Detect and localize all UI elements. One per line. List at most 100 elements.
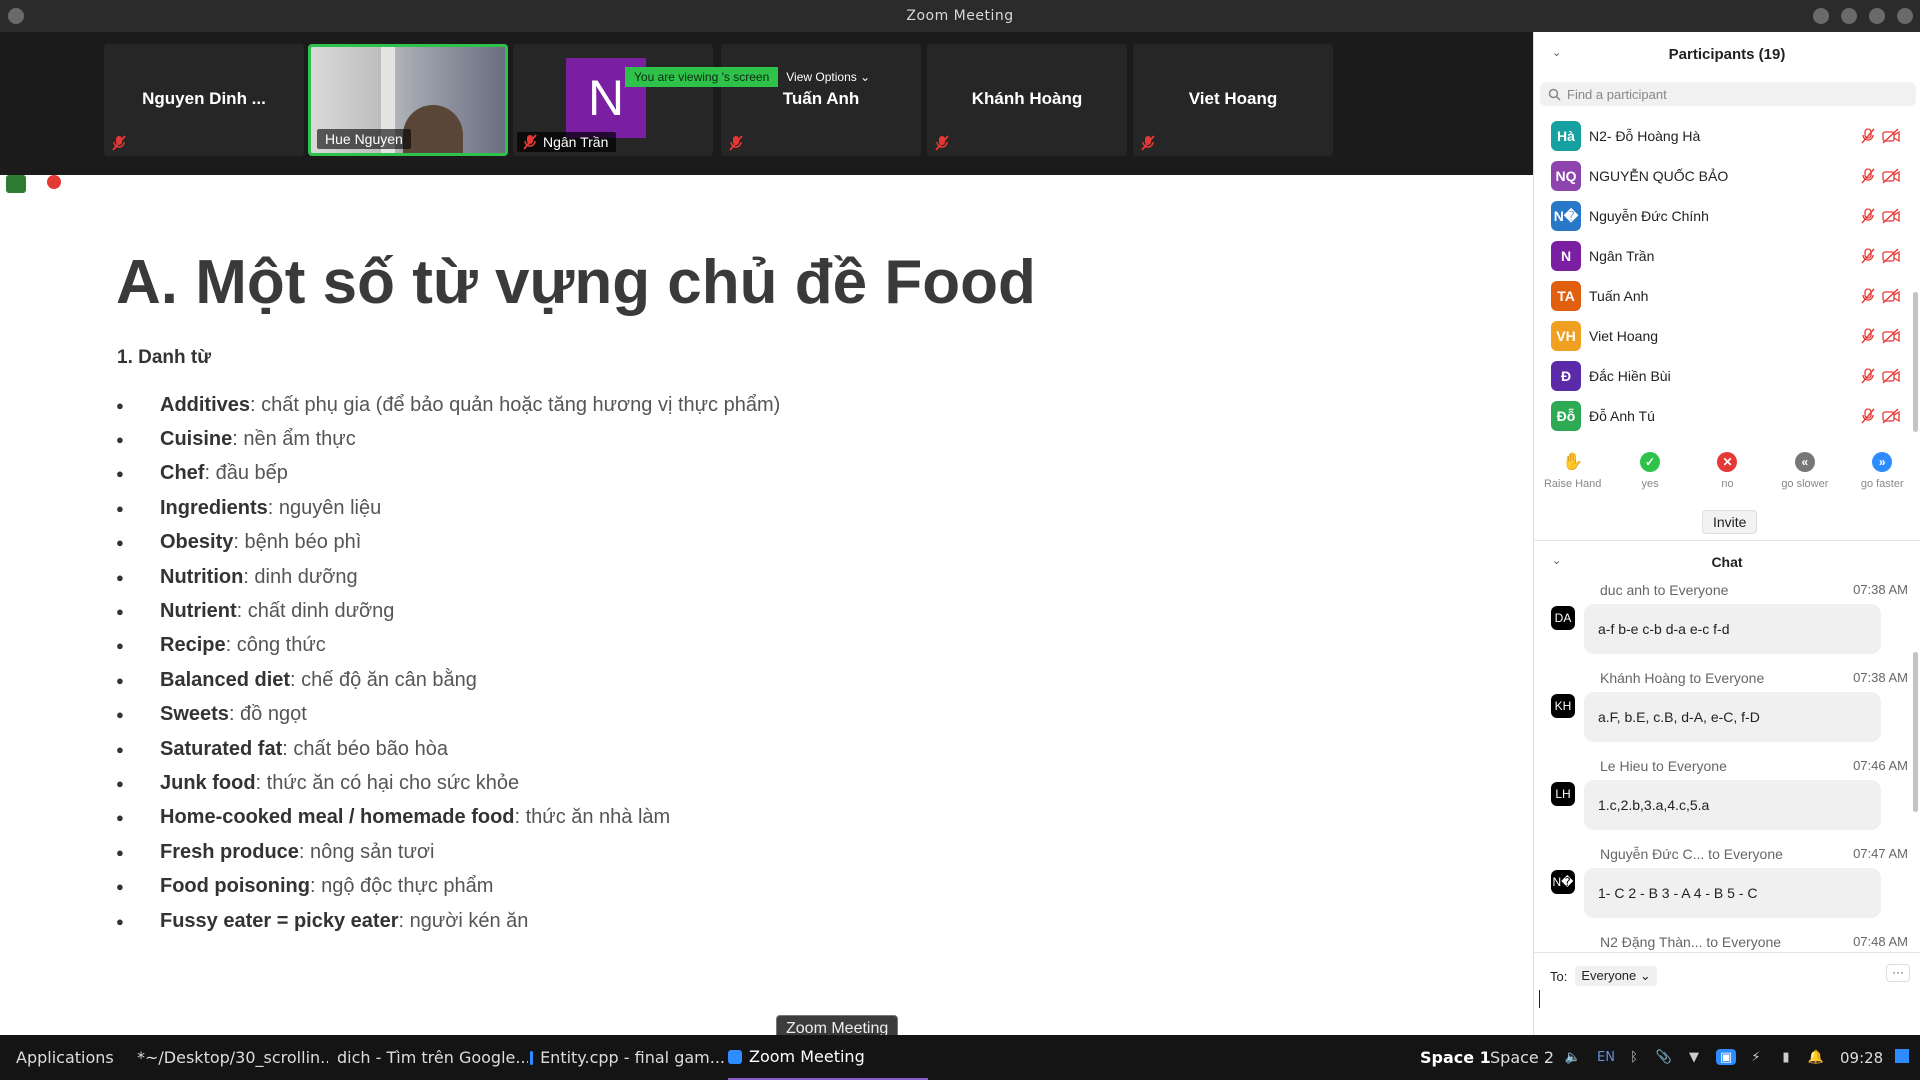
recipient-select[interactable]: Everyone ⌄	[1575, 966, 1657, 986]
to-label: To:	[1550, 968, 1568, 984]
slide-section-heading: 1. Danh từ	[117, 347, 211, 368]
message-bubble: a.F, b.E, c.B, d-A, e-C, f-D	[1584, 692, 1881, 742]
workspace-1[interactable]: Space 1	[1420, 1035, 1491, 1080]
reaction-go-slower-button[interactable]: « go slower	[1769, 452, 1841, 490]
participant-name: Đắc Hiền Bùi	[1589, 368, 1671, 384]
participant-search-input[interactable]: Find a participant	[1540, 82, 1916, 106]
reaction-raise-hand-button[interactable]: ✋ Raise Hand	[1537, 452, 1609, 490]
chat-more-button[interactable]: ···	[1886, 964, 1910, 982]
participant-row[interactable]: NQ NGUYỄN QUỐC BẢO	[1534, 156, 1912, 196]
vocab-meaning: : người kén ăn	[398, 909, 529, 932]
viewing-banner: You are viewing 's screen	[625, 67, 779, 87]
taskbar-window-button[interactable]: dich - Tìm trên Google...	[330, 1035, 528, 1080]
muted-mic-icon[interactable]	[1860, 208, 1876, 224]
video-off-icon[interactable]	[1882, 328, 1900, 344]
active-speaker-tile[interactable]: Hue Nguyen	[308, 44, 508, 156]
language-indicator[interactable]: EN	[1596, 1049, 1616, 1065]
message-bubble: a-f b-e c-b d-a e-c f-d	[1584, 604, 1881, 654]
workspace-2[interactable]: Space 2	[1490, 1035, 1554, 1080]
show-desktop-icon[interactable]	[1895, 1049, 1909, 1063]
zoom-tray-icon[interactable]: ▣	[1716, 1049, 1736, 1065]
vocab-item: ● Cuisine: nền ẩm thực	[116, 428, 356, 451]
vocab-term: Nutrition	[160, 565, 244, 588]
fullscreen-button[interactable]	[1869, 8, 1885, 24]
muted-mic-icon[interactable]	[1860, 368, 1876, 384]
wifi-icon[interactable]: ▼	[1686, 1049, 1702, 1065]
taskbar-window-button[interactable]: Zoom Meeting	[728, 1035, 928, 1080]
video-off-icon[interactable]	[1882, 288, 1900, 304]
recording-icon	[47, 175, 61, 189]
vocab-term: Recipe	[160, 634, 226, 657]
taskbar-window-button[interactable]: *~/Desktop/30_scrollin...	[130, 1035, 328, 1080]
video-tile[interactable]: Viet Hoang	[1133, 44, 1333, 156]
vocab-term: Home-cooked meal / homemade food	[160, 806, 515, 829]
attachment-icon[interactable]: 📎	[1656, 1049, 1672, 1065]
video-tile[interactable]: Tuấn Anh	[721, 44, 921, 156]
minimize-button[interactable]	[1813, 8, 1829, 24]
participant-row[interactable]: Đỗ Đỗ Anh Tú	[1534, 396, 1912, 436]
chat-input[interactable]	[1539, 990, 1540, 1008]
muted-mic-icon[interactable]	[1860, 408, 1876, 424]
slide-title: A. Một số từ vựng chủ đề Food	[116, 248, 1036, 317]
video-tile[interactable]: Khánh Hoàng	[927, 44, 1127, 156]
vocab-meaning: : thức ăn có hại cho sức khỏe	[255, 771, 520, 794]
vocab-meaning: : nguyên liệu	[267, 496, 382, 519]
vocab-term: Food poisoning	[160, 875, 310, 898]
taskbar: Applications *~/Desktop/30_scrollin... di…	[0, 1035, 1920, 1080]
view-options-button[interactable]: View Options ⌄	[786, 70, 870, 84]
bluetooth-icon[interactable]: ᛒ	[1626, 1049, 1642, 1065]
muted-mic-icon[interactable]	[1860, 168, 1876, 184]
reaction-go-faster-button[interactable]: » go faster	[1846, 452, 1918, 490]
maximize-button[interactable]	[1841, 8, 1857, 24]
reaction-yes-button[interactable]: ✓ yes	[1614, 452, 1686, 490]
battery-icon[interactable]: ▮	[1778, 1049, 1794, 1065]
volume-icon[interactable]: 🔈	[1565, 1049, 1581, 1065]
video-off-icon[interactable]	[1882, 128, 1900, 144]
notification-icon[interactable]: 🔔	[1808, 1049, 1824, 1065]
participant-row[interactable]: VH Viet Hoang	[1534, 316, 1912, 356]
muted-mic-icon[interactable]	[1860, 328, 1876, 344]
message-sender: Le Hieu to Everyone	[1600, 758, 1727, 774]
participant-row[interactable]: Hà N2- Đỗ Hoàng Hà	[1534, 116, 1912, 156]
vocab-item: ● Nutrient: chất dinh dưỡng	[116, 600, 395, 623]
chat-recipient-row: To: Everyone ⌄	[1550, 966, 1657, 986]
participant-row[interactable]: N� Nguyễn Đức Chính	[1534, 196, 1912, 236]
vocab-item: ● Fresh produce: nông sản tươi	[116, 840, 435, 863]
participant-row[interactable]: TA Tuấn Anh	[1534, 276, 1912, 316]
window-title: Zoom Meeting	[906, 8, 1014, 24]
muted-mic-icon[interactable]	[1860, 288, 1876, 304]
close-button[interactable]	[1897, 8, 1913, 24]
participant-avatar: Hà	[1551, 121, 1581, 151]
chat-scrollbar[interactable]	[1913, 652, 1918, 812]
video-off-icon[interactable]	[1882, 368, 1900, 384]
video-tile[interactable]: Nguyen Dinh ...	[104, 44, 304, 156]
window-menu-button[interactable]	[8, 8, 24, 24]
video-off-icon[interactable]	[1882, 408, 1900, 424]
taskbar-window-label: dich - Tìm trên Google...	[337, 1048, 528, 1067]
video-off-icon[interactable]	[1882, 248, 1900, 264]
video-off-icon[interactable]	[1882, 168, 1900, 184]
muted-mic-icon	[523, 134, 537, 150]
vocab-meaning: : bệnh béo phì	[233, 531, 362, 554]
reaction-no-button[interactable]: ✕ no	[1691, 452, 1763, 490]
video-tile[interactable]: N Ngân Trần	[513, 44, 713, 156]
muted-mic-icon[interactable]	[1860, 128, 1876, 144]
applications-menu[interactable]: Applications	[16, 1035, 114, 1080]
video-off-icon[interactable]	[1882, 208, 1900, 224]
network-icon[interactable]: ⚡	[1748, 1049, 1764, 1065]
vocab-item: ● Balanced diet: chế độ ăn cân bằng	[116, 668, 477, 691]
chat-message: Khánh Hoàng to Everyone 07:38 AM KH a.F, b.…	[1534, 668, 1914, 756]
participants-scrollbar[interactable]	[1913, 292, 1918, 432]
participant-row[interactable]: N Ngân Trần	[1534, 236, 1912, 276]
reaction-label: go faster	[1860, 478, 1904, 490]
vocab-item: ● Chef: đầu bếp	[116, 462, 288, 485]
participant-list: Hà N2- Đỗ Hoàng Hà NQ NGUYỄN QUỐC BẢO N� Nguy…	[1534, 116, 1912, 436]
participant-row[interactable]: Đ Đắc Hiền Bùi	[1534, 356, 1912, 396]
taskbar-window-button[interactable]: Entity.cpp - final gam...	[530, 1035, 725, 1080]
vocab-item: ● Home-cooked meal / homemade food: thức …	[116, 806, 671, 829]
participant-name: Hue Nguyen	[317, 129, 411, 149]
muted-mic-icon[interactable]	[1860, 248, 1876, 264]
message-bubble: 1- C 2 - B 3 - A 4 - B 5 - C	[1584, 868, 1881, 918]
invite-button[interactable]: Invite	[1702, 510, 1758, 534]
participant-name: Tuấn Anh	[782, 89, 860, 108]
